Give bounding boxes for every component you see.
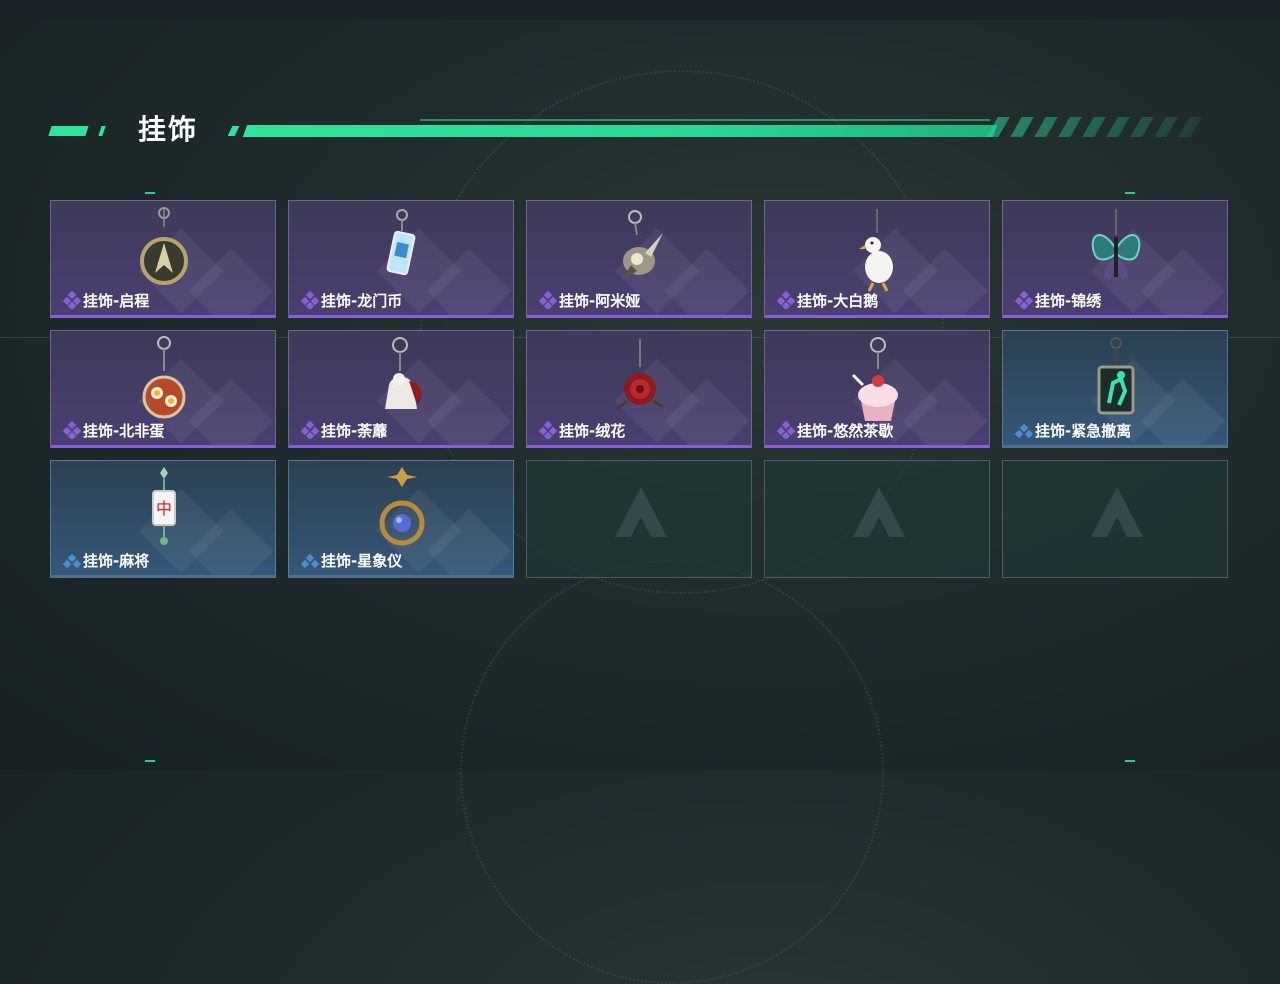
purple-rarity-icon [300, 420, 321, 441]
purple-rarity-icon [1014, 290, 1035, 311]
corner-tick [145, 760, 155, 762]
red-rose-charm-icon [605, 335, 675, 423]
corner-tick [145, 192, 155, 194]
purple-rarity-icon [62, 420, 83, 441]
emergency-exit-charm-icon [1081, 335, 1151, 423]
charm-card[interactable]: 挂饰-锦绣 [1002, 200, 1228, 318]
charm-card[interactable]: 挂饰-启程 [50, 200, 276, 318]
cupcake-charm-icon [843, 335, 913, 423]
charm-label: 挂饰-北非蛋 [83, 422, 165, 440]
purple-rarity-icon [538, 290, 559, 311]
svg-text:中: 中 [156, 499, 172, 518]
blue-rarity-icon [62, 551, 83, 569]
charm-label: 挂饰-荼蘼 [321, 422, 388, 440]
empty-slot-logo-icon [611, 483, 671, 543]
charm-label: 挂饰-阿米娅 [559, 292, 641, 310]
charm-card[interactable]: 中挂饰-麻将 [50, 460, 276, 578]
amiya-charm-icon [605, 205, 675, 293]
charm-label: 挂饰-启程 [83, 292, 150, 310]
butterfly-charm-icon [1081, 205, 1151, 293]
header-thin-line [420, 119, 990, 121]
purple-rarity-icon [776, 290, 797, 311]
mahjong-tile-charm-icon: 中 [129, 465, 199, 553]
charm-label: 挂饰-麻将 [83, 552, 150, 570]
charm-label: 挂饰-龙门币 [321, 292, 403, 310]
purple-rarity-icon [62, 290, 83, 311]
charm-label: 挂饰-紧急撤离 [1035, 422, 1132, 440]
compass-charm-icon [129, 205, 199, 293]
top-band [0, 0, 1280, 20]
flower-doll-charm-icon [367, 335, 437, 423]
charm-card[interactable]: 挂饰-大白鹅 [764, 200, 990, 318]
astrolabe-charm-icon [367, 465, 437, 553]
page-title: 挂饰 [138, 113, 199, 146]
blue-rarity-icon [300, 551, 321, 569]
purple-rarity-icon [776, 420, 797, 441]
header-progress-line [242, 125, 998, 137]
corner-tick [1125, 760, 1135, 762]
white-goose-charm-icon [843, 205, 913, 293]
empty-slot-logo-icon [849, 483, 909, 543]
charm-label: 挂饰-大白鹅 [797, 292, 879, 310]
header-accent-bar [98, 126, 106, 136]
shakshuka-charm-icon [129, 335, 199, 423]
header-accent-bar [227, 126, 240, 136]
charm-label: 挂饰-星象仪 [321, 552, 403, 570]
empty-slot[interactable] [764, 460, 990, 578]
charm-card[interactable]: 挂饰-阿米娅 [526, 200, 752, 318]
empty-slot[interactable] [1002, 460, 1228, 578]
corner-tick [1125, 192, 1135, 194]
charm-label: 挂饰-绒花 [559, 422, 626, 440]
charm-card[interactable]: 挂饰-紧急撤离 [1002, 330, 1228, 448]
charm-label: 挂饰-悠然茶歇 [797, 422, 894, 440]
empty-slot-logo-icon [1087, 483, 1147, 543]
charm-card[interactable]: 挂饰-绒花 [526, 330, 752, 448]
charm-card[interactable]: 挂饰-悠然茶歇 [764, 330, 990, 448]
charm-card[interactable]: 挂饰-星象仪 [288, 460, 514, 578]
purple-rarity-icon [300, 290, 321, 311]
charm-label: 挂饰-锦绣 [1035, 292, 1102, 310]
blue-rarity-icon [1014, 421, 1035, 439]
header-checker-pattern [986, 117, 1208, 137]
coin-card-charm-icon [367, 205, 437, 293]
background-ring [460, 560, 884, 984]
empty-slot[interactable] [526, 460, 752, 578]
purple-rarity-icon [538, 420, 559, 441]
header-accent-bar [48, 126, 89, 136]
charm-card[interactable]: 挂饰-北非蛋 [50, 330, 276, 448]
charm-card[interactable]: 挂饰-龙门币 [288, 200, 514, 318]
charm-card[interactable]: 挂饰-荼蘼 [288, 330, 514, 448]
